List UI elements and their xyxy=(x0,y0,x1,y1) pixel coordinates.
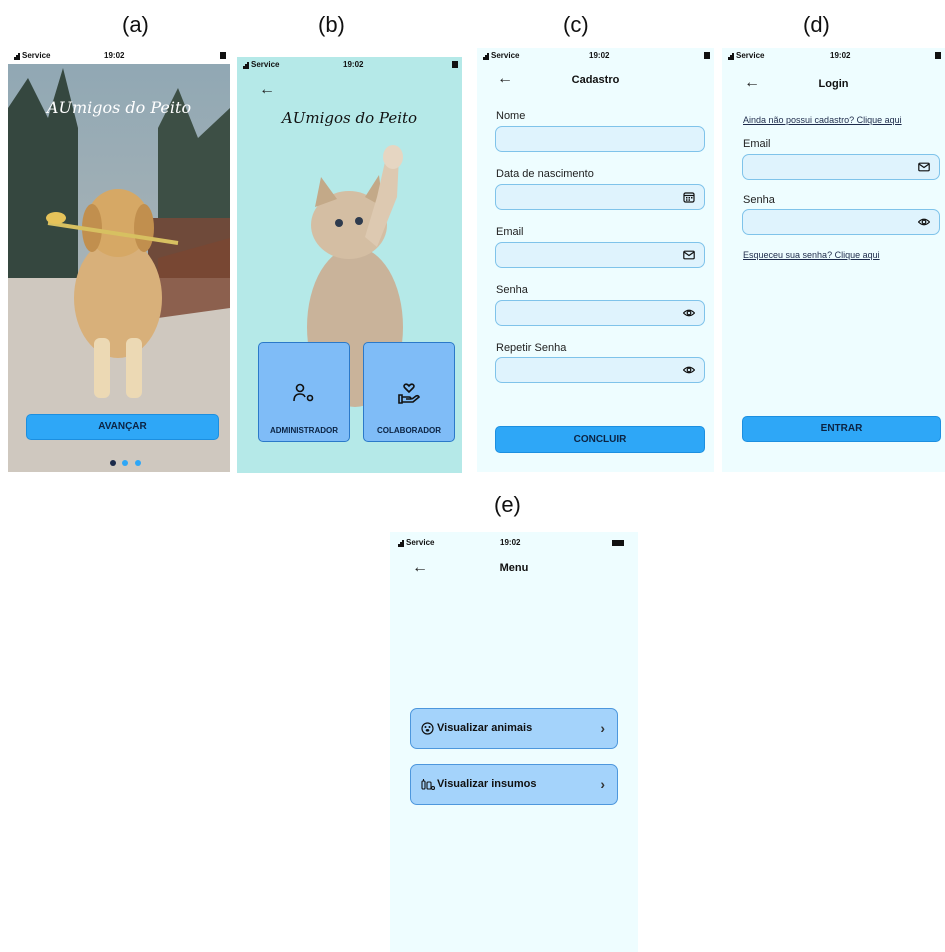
page-title: Login xyxy=(818,78,849,90)
status-time: 19:02 xyxy=(500,538,521,547)
name-input[interactable] xyxy=(495,126,705,152)
screen-c-register: Service 19:02 ← Cadastro Nome Data de na… xyxy=(477,48,714,472)
signal-icon xyxy=(483,51,489,61)
email-input[interactable] xyxy=(495,242,705,268)
collaborator-option[interactable]: COLABORADOR xyxy=(363,342,455,442)
signal-icon xyxy=(728,51,734,61)
screen-b-role-select: Service 19:02 ← AUmigos do Peito ADMINIS… xyxy=(237,57,462,473)
eye-icon[interactable] xyxy=(918,216,930,228)
user-settings-icon xyxy=(293,383,314,402)
battery-icon xyxy=(935,52,941,59)
page-dot-active xyxy=(110,460,116,466)
carrier-name: Service xyxy=(491,51,520,60)
email-input[interactable] xyxy=(742,154,940,180)
email-label: Email xyxy=(496,226,524,238)
status-bar: Service 19:02 xyxy=(477,48,714,64)
password-input[interactable] xyxy=(495,300,705,326)
app-logo-title: AUmigos do Peito xyxy=(46,98,192,117)
caption-a: (a) xyxy=(122,12,149,37)
menu-item-label: Visualizar insumos xyxy=(437,778,537,790)
status-bar: Service 19:02 xyxy=(237,57,462,73)
caption-b: (b) xyxy=(318,12,345,37)
administrator-option[interactable]: ADMINISTRADOR xyxy=(258,342,350,442)
collaborator-label: COLABORADOR xyxy=(377,426,441,435)
screen-a-onboarding: Service 19:02 AUmigos do Peito AVANÇAR xyxy=(8,48,230,472)
carrier-name: Service xyxy=(22,51,51,60)
finish-button[interactable]: CONCLUIR xyxy=(495,426,705,453)
back-button[interactable]: ← xyxy=(259,81,275,99)
carrier-name: Service xyxy=(736,51,765,60)
calendar-icon[interactable] xyxy=(683,191,695,203)
forgot-password-link[interactable]: Esqueceu sua senha? Clique aqui xyxy=(743,250,880,260)
signal-icon xyxy=(243,60,249,70)
birthdate-label: Data de nascimento xyxy=(496,168,594,180)
battery-icon xyxy=(452,61,458,68)
signal-icon xyxy=(398,538,404,548)
status-time: 19:02 xyxy=(343,60,364,69)
caption-d: (d) xyxy=(803,12,830,37)
caption-c: (c) xyxy=(563,12,589,37)
menu-item-view-supplies[interactable]: Visualizar insumos › xyxy=(410,764,618,805)
repeat-password-input[interactable] xyxy=(495,357,705,383)
carrier-name: Service xyxy=(251,60,280,69)
battery-icon xyxy=(612,540,624,546)
paw-icon xyxy=(421,722,434,735)
login-button[interactable]: ENTRAR xyxy=(742,416,941,442)
page-title: Cadastro xyxy=(571,74,620,86)
eye-icon[interactable] xyxy=(683,364,695,376)
email-label: Email xyxy=(743,138,771,150)
status-time: 19:02 xyxy=(104,51,125,60)
status-time: 19:02 xyxy=(830,51,851,60)
page-dot xyxy=(134,460,141,466)
page-title: Menu xyxy=(499,562,529,574)
chevron-right-icon: › xyxy=(600,776,605,792)
eye-icon[interactable] xyxy=(683,307,695,319)
supplies-icon xyxy=(421,779,435,791)
chevron-right-icon: › xyxy=(600,720,605,736)
screen-d-login: Service 19:02 ← Login Ainda não possui c… xyxy=(722,48,945,472)
menu-item-view-animals[interactable]: Visualizar animais › xyxy=(410,708,618,749)
battery-icon xyxy=(220,52,226,59)
password-input[interactable] xyxy=(742,209,940,235)
status-bar: Service 19:02 xyxy=(8,48,230,64)
screen-e-menu: Service 19:02 ← Menu Visualizar animais … xyxy=(390,532,638,952)
administrator-label: ADMINISTRADOR xyxy=(270,426,338,435)
password-label: Senha xyxy=(496,284,528,296)
battery-icon xyxy=(704,52,710,59)
birthdate-input[interactable] xyxy=(495,184,705,210)
repeat-password-label: Repetir Senha xyxy=(496,342,567,354)
app-logo-title: AUmigos do Peito xyxy=(281,109,418,127)
status-bar: Service 19:02 xyxy=(390,532,638,550)
carrier-name: Service xyxy=(406,538,435,547)
register-link[interactable]: Ainda não possui cadastro? Clique aqui xyxy=(743,115,902,125)
page-indicator xyxy=(110,453,141,471)
status-bar: Service 19:02 xyxy=(722,48,945,64)
mail-icon xyxy=(918,162,930,172)
mail-icon xyxy=(683,250,695,260)
password-label: Senha xyxy=(743,194,775,206)
status-time: 19:02 xyxy=(589,51,610,60)
hand-heart-icon xyxy=(398,383,420,404)
name-label: Nome xyxy=(496,110,526,122)
advance-button[interactable]: AVANÇAR xyxy=(26,414,219,440)
menu-item-label: Visualizar animais xyxy=(437,722,533,734)
caption-e: (e) xyxy=(494,492,521,517)
signal-icon xyxy=(14,51,20,61)
page-dot xyxy=(122,460,129,466)
